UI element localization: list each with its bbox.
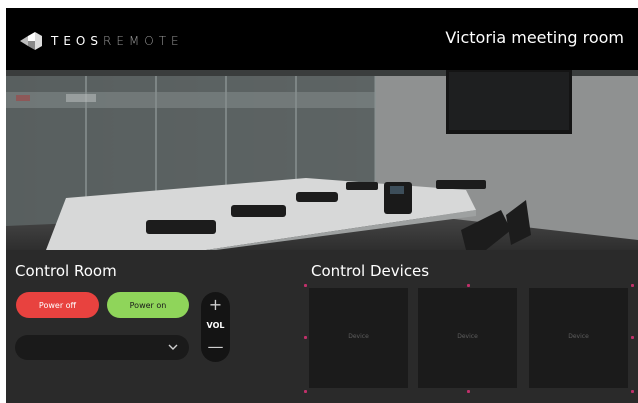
teos-logo-icon [20,32,42,50]
teos-logo: TEOS REMOTE [20,30,184,52]
app-window: TEOS REMOTE Victoria meeting room Contro… [6,8,638,403]
volume-up-button[interactable]: + [201,297,230,313]
grid-marker [467,390,470,393]
device-tile[interactable]: Device [529,288,628,388]
volume-down-button[interactable]: — [201,339,230,355]
volume-control: + VOL — [201,292,230,362]
header-bar: TEOS REMOTE Victoria meeting room [6,8,638,70]
device-tile-label: Device [568,333,589,340]
grid-marker [304,336,307,339]
volume-label: VOL [206,321,225,330]
source-select[interactable] [15,335,189,360]
grid-marker [467,284,470,287]
room-title: Victoria meeting room [445,28,624,47]
room-photo [6,70,638,250]
grid-marker [631,390,634,393]
grid-marker [304,284,307,287]
grid-marker [631,336,634,339]
device-tile-label: Device [457,333,478,340]
control-room-title: Control Room [15,262,117,280]
power-off-button[interactable]: Power off [16,292,99,318]
grid-marker [631,284,634,287]
room-photo-illustration [6,70,638,250]
logo-wordmark-teos: TEOS [51,34,103,48]
power-on-button[interactable]: Power on [107,292,189,318]
device-tile-label: Device [348,333,369,340]
device-tile[interactable]: Device [418,288,517,388]
control-devices-title: Control Devices [311,262,430,280]
device-tile[interactable]: Device [309,288,408,388]
chevron-down-icon [168,344,178,350]
logo-wordmark-remote: REMOTE [102,34,184,48]
grid-marker [304,390,307,393]
